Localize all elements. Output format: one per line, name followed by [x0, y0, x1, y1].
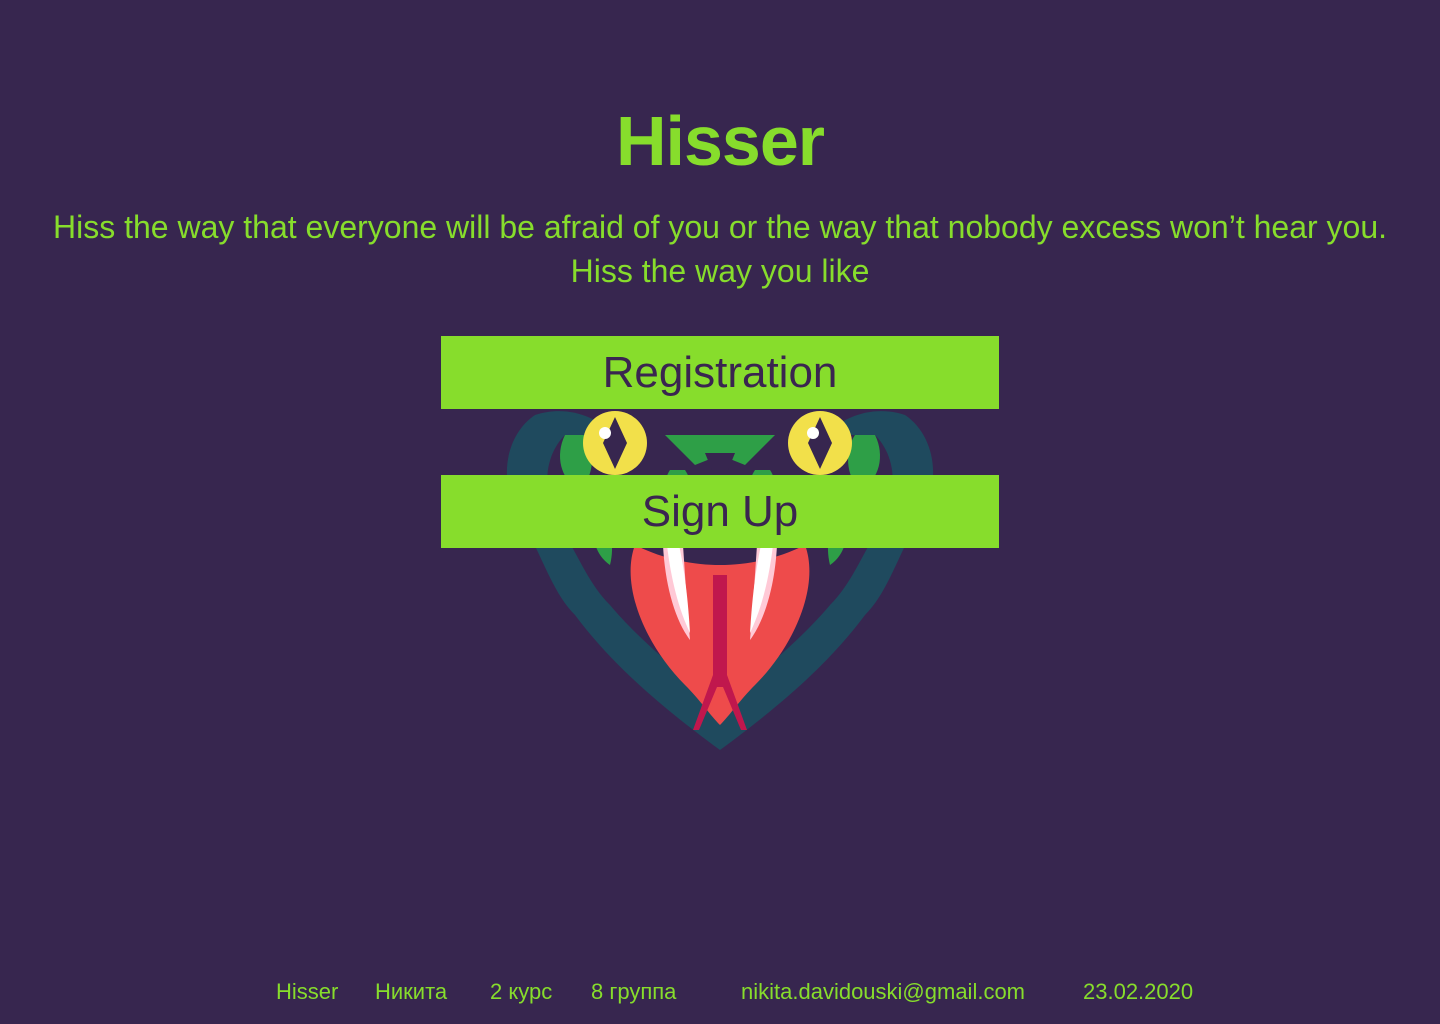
footer-course: 2 курс: [490, 979, 553, 1004]
footer: Hisser Никита 2 курс 8 группа nikita.dav…: [0, 976, 1440, 1008]
page-title: Hisser: [615, 102, 825, 180]
footer-author-name: Никита: [375, 979, 448, 1004]
footer-date: 23.02.2020: [1083, 979, 1194, 1004]
footer-site-name: Hisser: [276, 979, 339, 1004]
footer-group: 8 группа: [591, 979, 677, 1004]
registration-button[interactable]: Registration: [441, 336, 999, 409]
tagline-line-1: Hiss the way that everyone will be afrai…: [52, 209, 1388, 245]
sign-up-button[interactable]: Sign Up: [441, 475, 999, 548]
snake-head-icon: [506, 411, 934, 750]
tagline: Hiss the way that everyone will be afrai…: [0, 205, 1440, 293]
footer-email: nikita.davidouski@gmail.com: [741, 979, 1026, 1004]
tagline-line-2: Hiss the way you like: [570, 253, 870, 289]
landing-page: Hisser Hiss the way that everyone will b…: [0, 0, 1440, 1024]
